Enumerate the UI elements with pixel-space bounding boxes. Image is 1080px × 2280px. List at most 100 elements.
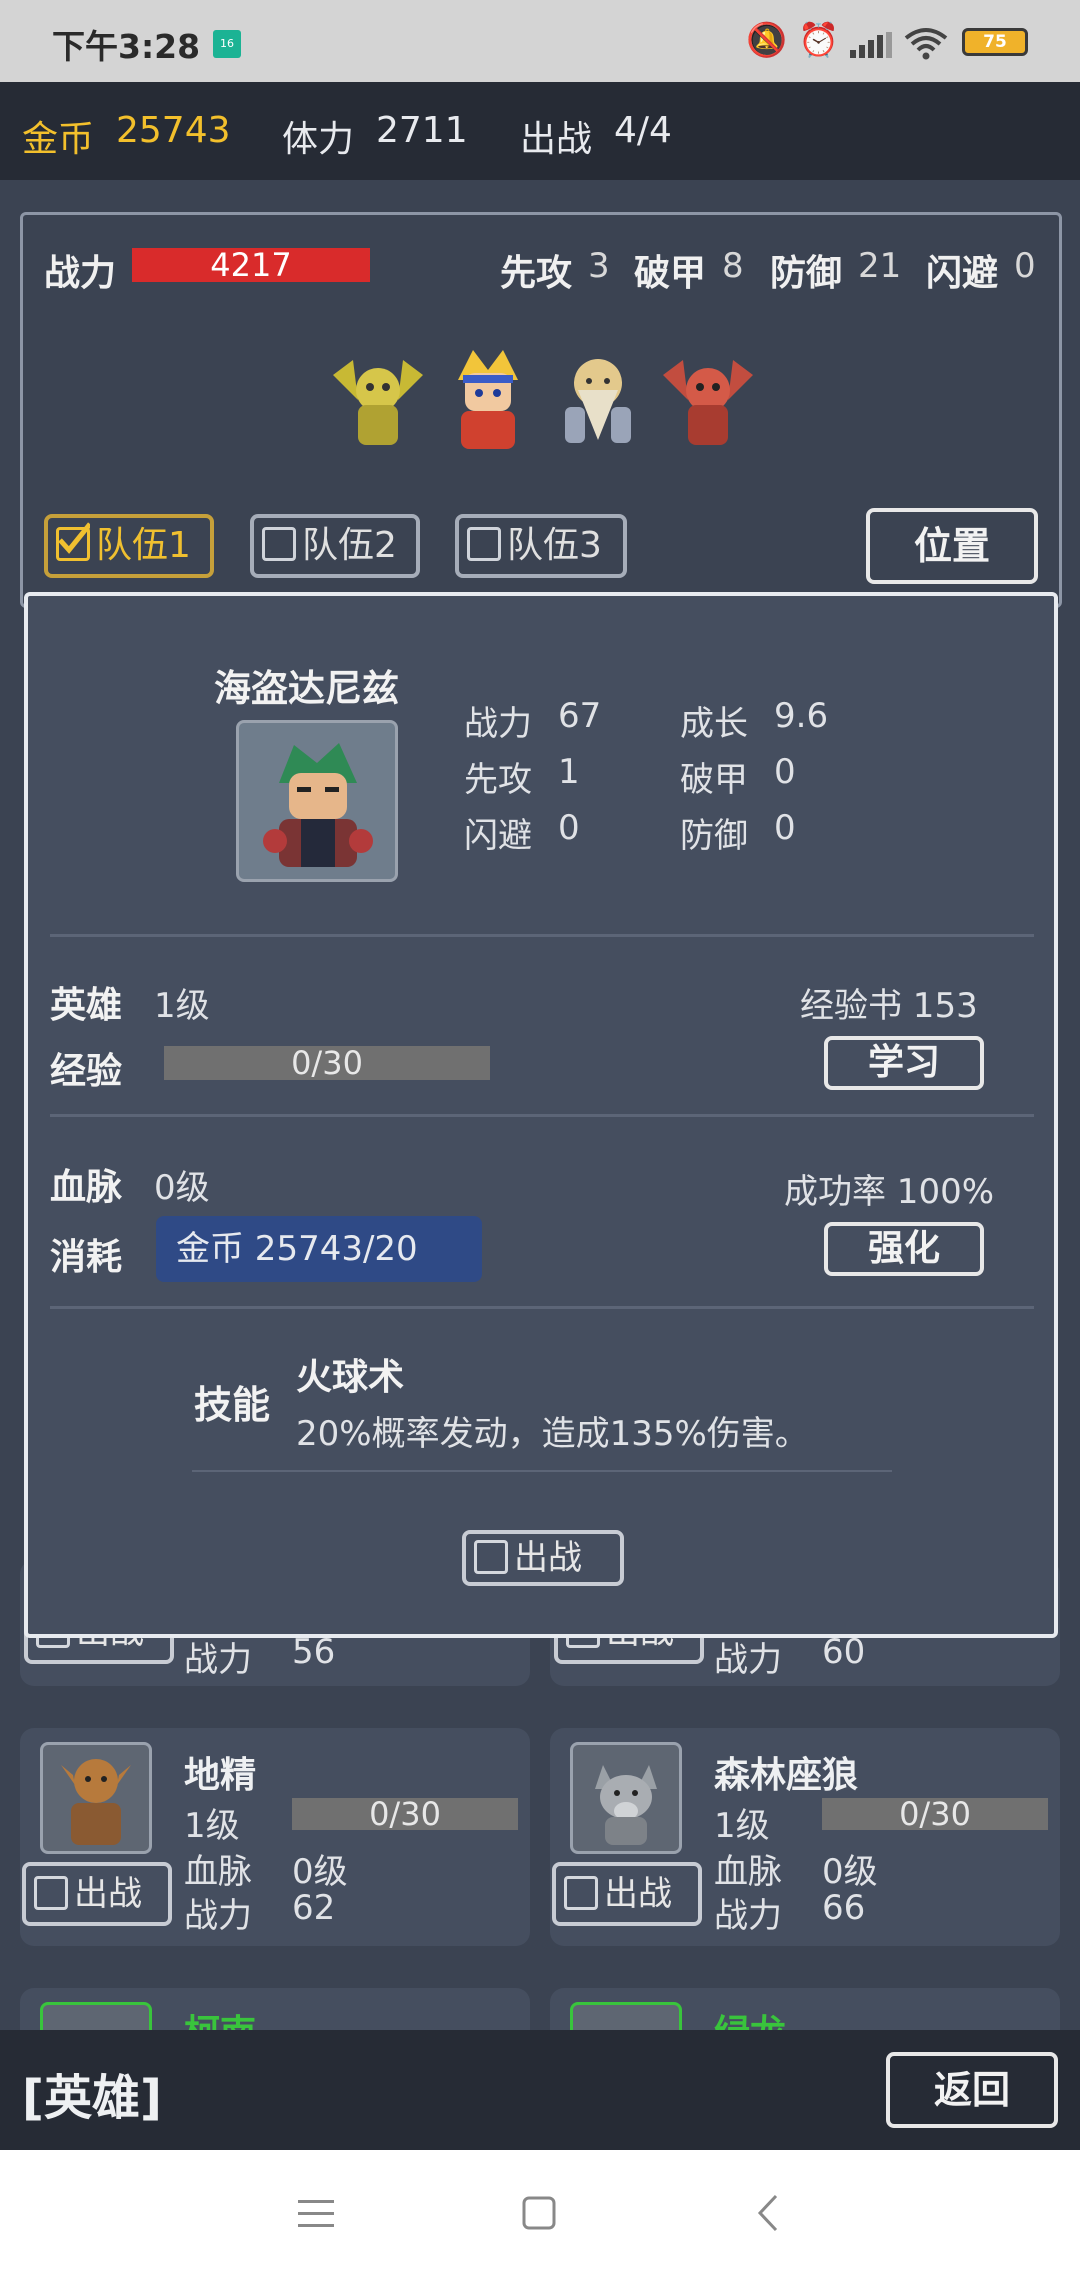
deploy-checkbox[interactable]: 出战: [552, 1862, 702, 1926]
checkbox-icon: [262, 527, 296, 561]
hero-level: 1级: [714, 1806, 770, 1846]
hero-level-label: 英雄: [50, 985, 123, 1026]
hero-name: 地精: [184, 1755, 257, 1796]
success-rate: 成功率 100%: [784, 1172, 995, 1212]
exp-book-count: 经验书 153: [800, 986, 978, 1026]
power-value: 56: [292, 1632, 336, 1672]
resource-bar: 金币 25743 体力 2711 出战 4/4: [0, 82, 1080, 180]
hero-growth-value: 9.6: [774, 696, 829, 736]
signal-icon: [850, 32, 892, 58]
hero-initiative-label: 先攻: [464, 760, 532, 800]
deploy-toggle-label: 出战: [514, 1538, 582, 1578]
team-power-label: 战力: [44, 253, 117, 294]
battery-icon: 75: [962, 28, 1028, 56]
mute-bell-icon: 🔕: [746, 20, 788, 59]
team-2-label: 队伍2: [302, 525, 397, 566]
exp-progress-bar: 0/30: [292, 1798, 518, 1830]
hero-portrait: [40, 1742, 152, 1854]
deploy-count: 4/4: [614, 110, 672, 151]
hero-sprite-red-dragon[interactable]: [653, 345, 763, 455]
power-label: 战力: [714, 1896, 782, 1936]
system-navigation-bar: [0, 2150, 1080, 2280]
hero-armor-break-value: 0: [774, 752, 796, 792]
hero-sprite-bearded-sage[interactable]: [543, 345, 653, 455]
stat-armor-break-value: 8: [722, 246, 744, 286]
cost-label: 消耗: [50, 1237, 123, 1278]
deploy-toggle[interactable]: 出战: [462, 1530, 624, 1586]
menu-icon[interactable]: [298, 2198, 334, 2230]
hero-defense-label: 防御: [680, 816, 748, 856]
stat-initiative-value: 3: [588, 246, 610, 286]
stamina-label: 体力: [282, 119, 355, 160]
hero-detail-modal: 海盗达尼兹 战力 67 成长 9.6 先攻 1 破甲 0 闪避 0 防御 0 英…: [24, 592, 1058, 1638]
hero-name: 海盗达尼兹: [214, 667, 399, 710]
strengthen-button[interactable]: 强化: [824, 1222, 984, 1276]
checkbox-icon: [34, 1875, 68, 1910]
hero-power-label: 战力: [464, 704, 532, 744]
back-arrow-icon[interactable]: [756, 2194, 780, 2232]
power-label: 战力: [714, 1640, 782, 1680]
gold-label: 金币: [22, 119, 95, 160]
team-2-checkbox[interactable]: 队伍2: [250, 514, 420, 578]
team-1-checkbox[interactable]: 队伍1: [44, 514, 214, 578]
hero-sprite-ninja[interactable]: [433, 345, 543, 455]
stamina-value: 2711: [376, 110, 468, 151]
stat-dodge-value: 0: [1014, 246, 1036, 286]
power-value: 62: [292, 1888, 336, 1928]
team-1-label: 队伍1: [96, 525, 191, 566]
exp-progress-text: 0/30: [291, 1044, 363, 1082]
power-label: 战力: [184, 1640, 252, 1680]
team-3-checkbox[interactable]: 队伍3: [455, 514, 627, 578]
hero-dodge-label: 闪避: [464, 816, 532, 856]
power-value: 66: [822, 1888, 866, 1928]
home-icon[interactable]: [522, 2196, 556, 2230]
divider: [50, 1306, 1034, 1309]
alarm-icon: ⏰: [798, 20, 840, 59]
wifi-icon: [904, 26, 948, 60]
gold-value: 25743: [116, 110, 231, 151]
skill-name: 火球术: [296, 1357, 405, 1398]
checkbox-icon: [467, 527, 501, 561]
stat-defense-value: 21: [858, 246, 902, 286]
skill-label: 技能: [194, 1383, 271, 1427]
status-time: 下午3:28: [52, 27, 201, 66]
power-label: 战力: [184, 1896, 252, 1936]
exp-progress-bar: 0/30: [164, 1046, 490, 1080]
stat-armor-break-label: 破甲: [634, 253, 707, 294]
hero-dodge-value: 0: [558, 808, 580, 848]
checkbox-icon: [474, 1539, 508, 1574]
hero-growth-label: 成长: [680, 704, 748, 744]
hero-card-goblin[interactable]: 地精 1级 0/30 血脉 0级 战力 62 出战: [20, 1728, 530, 1946]
deploy-label: 出战: [520, 119, 593, 160]
skill-description: 20%概率发动，造成135%伤害。: [296, 1414, 809, 1454]
blood-level: 0级: [292, 1852, 348, 1892]
status-bar: 下午3:28 16 🔕 ⏰ 75: [0, 0, 1080, 82]
cost-value: 金币 25743/20: [156, 1216, 482, 1282]
hero-armor-break-label: 破甲: [680, 760, 748, 800]
back-button[interactable]: 返回: [886, 2052, 1058, 2128]
hero-portrait: [236, 720, 398, 882]
learn-button[interactable]: 学习: [824, 1036, 984, 1090]
blood-label: 血脉: [184, 1852, 252, 1892]
hero-level: 1级: [184, 1806, 240, 1846]
divider: [50, 1114, 1034, 1117]
checkbox-checked-icon: [56, 522, 90, 561]
hero-name: 森林座狼: [714, 1755, 859, 1796]
stat-initiative-label: 先攻: [500, 253, 573, 294]
deploy-checkbox[interactable]: 出战: [22, 1862, 172, 1926]
power-value: 60: [822, 1632, 866, 1672]
divider: [192, 1470, 892, 1472]
hero-level-value: 1级: [154, 986, 210, 1026]
hero-initiative-value: 1: [558, 752, 580, 792]
team-3-label: 队伍3: [507, 525, 602, 566]
hero-portrait: [570, 1742, 682, 1854]
blood-level: 0级: [822, 1852, 878, 1892]
hero-card-forest-wolf[interactable]: 森林座狼 1级 0/30 血脉 0级 战力 66 出战: [550, 1728, 1060, 1946]
position-button[interactable]: 位置: [866, 508, 1038, 584]
blood-label: 血脉: [714, 1852, 782, 1892]
hero-sprite-yellow-dragon[interactable]: [323, 345, 433, 455]
checkbox-icon: [564, 1875, 598, 1910]
hero-power-value: 67: [558, 696, 602, 736]
divider: [50, 934, 1034, 937]
blood-level: 0级: [154, 1168, 210, 1208]
